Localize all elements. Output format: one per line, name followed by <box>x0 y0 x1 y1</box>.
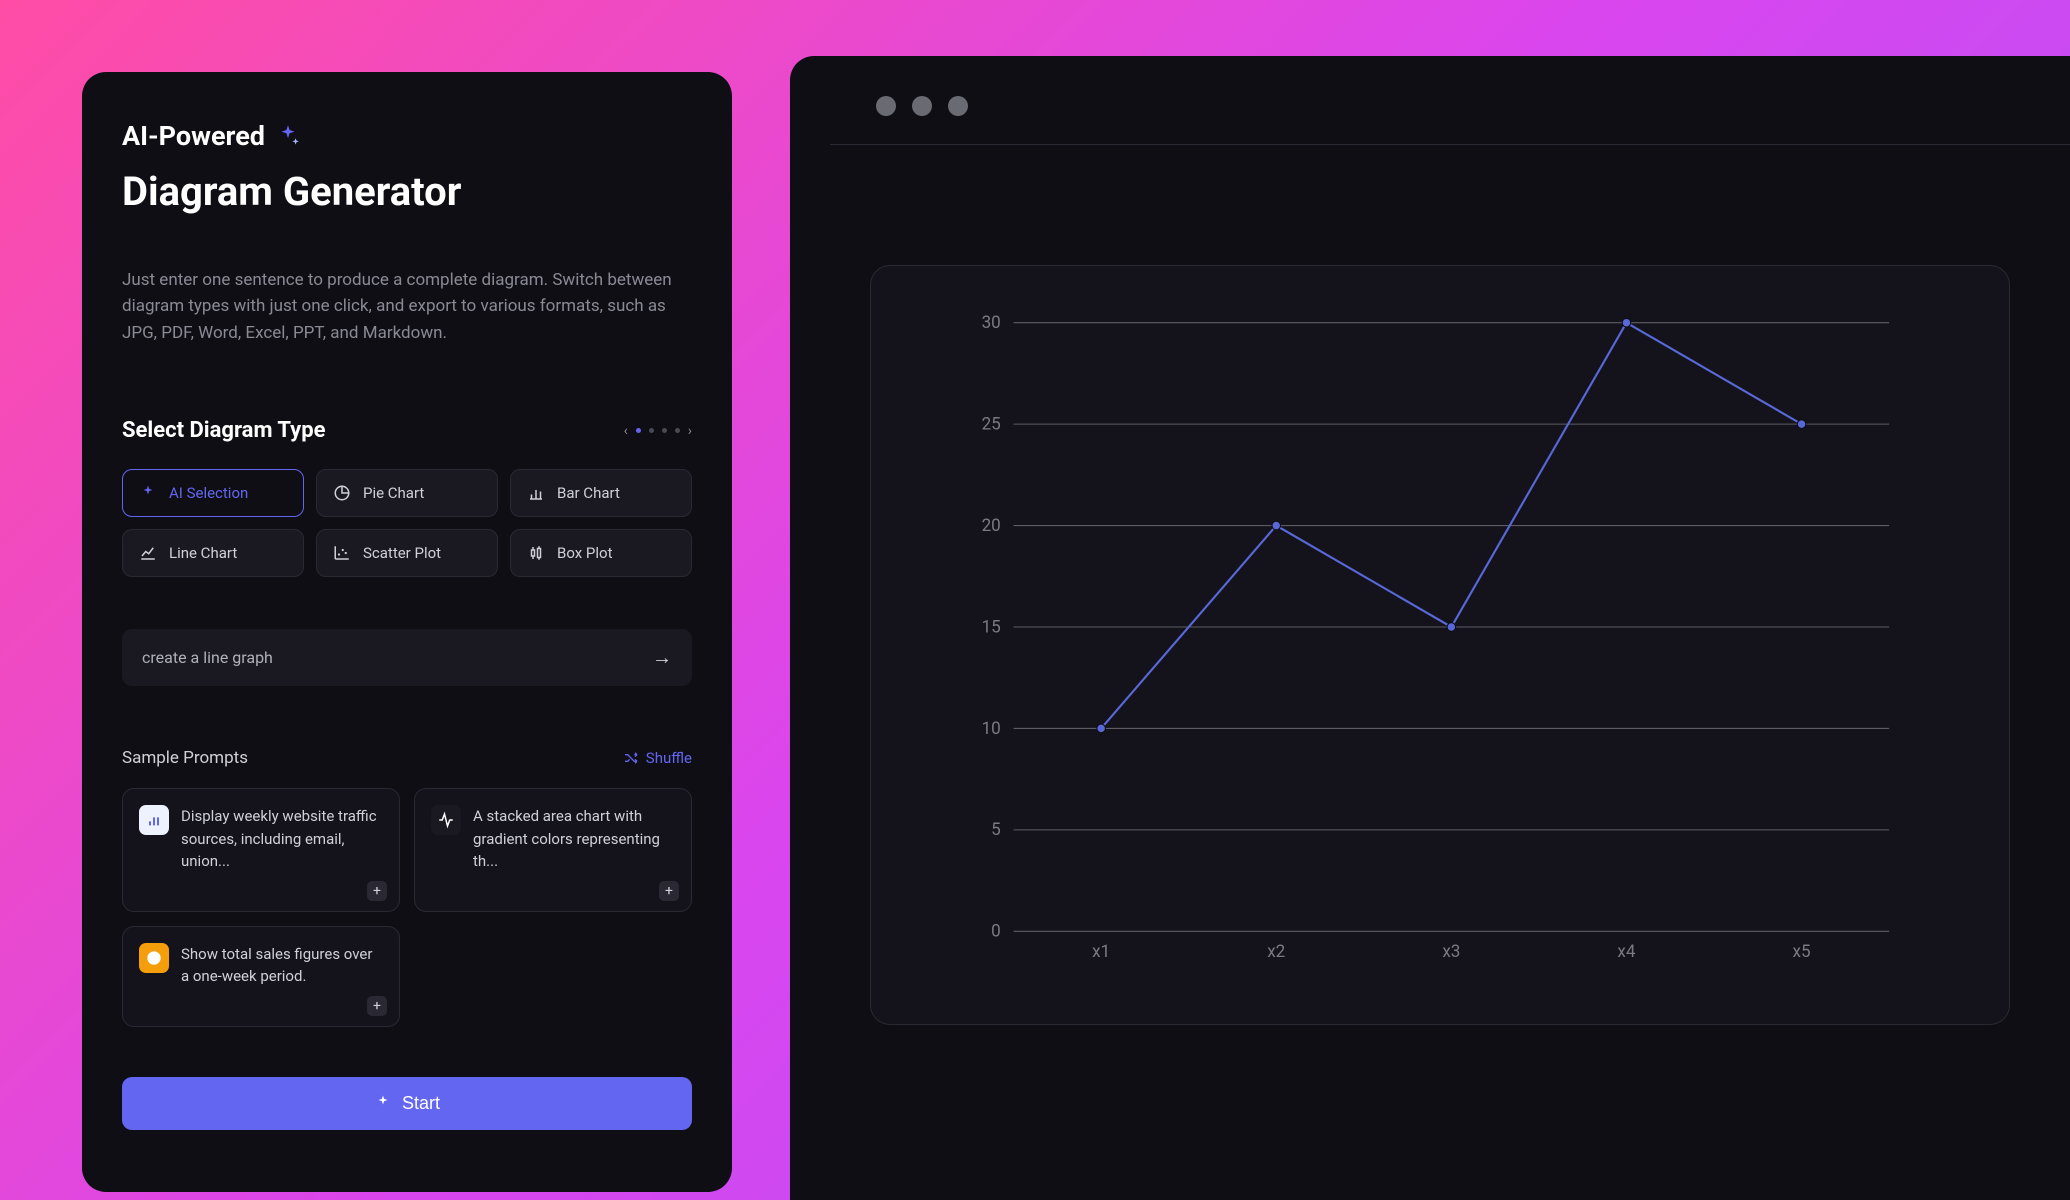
pager-dot-4[interactable] <box>675 428 680 433</box>
shuffle-button[interactable]: Shuffle <box>623 749 692 767</box>
window-dot[interactable] <box>948 96 968 116</box>
divider <box>830 144 2070 145</box>
diagram-type-grid: AI Selection Pie Chart Bar Chart Line Ch… <box>122 469 692 577</box>
type-ai-selection[interactable]: AI Selection <box>122 469 304 517</box>
type-bar-chart[interactable]: Bar Chart <box>510 469 692 517</box>
type-label: Line Chart <box>169 544 237 562</box>
ai-badge: AI-Powered <box>122 120 692 152</box>
sample-card-2[interactable]: A stacked area chart with gradient color… <box>414 788 692 912</box>
svg-text:20: 20 <box>982 516 1001 536</box>
bar-chart-icon <box>527 484 545 502</box>
prompt-input[interactable]: create a line graph → <box>122 629 692 686</box>
scatter-plot-icon <box>333 544 351 562</box>
add-prompt-button[interactable]: + <box>659 881 679 901</box>
pager-next[interactable]: › <box>688 423 692 439</box>
type-label: Scatter Plot <box>363 544 441 562</box>
pager-dot-3[interactable] <box>662 428 667 433</box>
arrow-right-icon[interactable]: → <box>652 645 672 670</box>
sample-title: Sample Prompts <box>122 748 248 768</box>
pie-chart-icon <box>333 484 351 502</box>
shuffle-label: Shuffle <box>646 749 692 767</box>
svg-text:x2: x2 <box>1267 942 1285 962</box>
badge-text: AI-Powered <box>122 120 265 152</box>
activity-icon <box>431 805 461 835</box>
line-chart-icon <box>139 544 157 562</box>
sample-text: A stacked area chart with gradient color… <box>473 805 675 873</box>
type-label: Bar Chart <box>557 484 620 502</box>
page-description: Just enter one sentence to produce a com… <box>122 267 692 346</box>
sparkle-icon <box>139 484 157 502</box>
window-dot[interactable] <box>912 96 932 116</box>
svg-text:10: 10 <box>982 719 1001 739</box>
box-plot-icon <box>527 544 545 562</box>
prompt-value: create a line graph <box>142 648 273 667</box>
sample-grid: Display weekly website traffic sources, … <box>122 788 692 1027</box>
sparkle-icon <box>275 123 301 149</box>
pager-dot-1[interactable] <box>636 428 641 433</box>
svg-text:x1: x1 <box>1092 942 1110 962</box>
type-box-plot[interactable]: Box Plot <box>510 529 692 577</box>
start-label: Start <box>402 1093 440 1114</box>
page-title: Diagram Generator <box>122 168 692 215</box>
dollar-icon: $ <box>139 943 169 973</box>
svg-text:25: 25 <box>982 414 1001 434</box>
shuffle-icon <box>623 750 639 766</box>
type-pager: ‹ › <box>624 423 692 439</box>
preview-panel: 0 5 10 15 20 25 30 x1 x2 x3 x4 x5 <box>790 56 2070 1200</box>
window-controls <box>876 96 2070 116</box>
svg-text:x3: x3 <box>1442 942 1460 962</box>
pager-dot-2[interactable] <box>649 428 654 433</box>
sample-card-3[interactable]: $ Show total sales figures over a one-we… <box>122 926 400 1027</box>
sample-text: Show total sales figures over a one-week… <box>181 943 383 988</box>
line-chart: 0 5 10 15 20 25 30 x1 x2 x3 x4 x5 <box>911 312 1949 974</box>
svg-text:5: 5 <box>991 820 1001 840</box>
window-dot[interactable] <box>876 96 896 116</box>
add-prompt-button[interactable]: + <box>367 881 387 901</box>
type-label: AI Selection <box>169 484 248 502</box>
sparkle-icon <box>374 1094 392 1112</box>
type-label: Pie Chart <box>363 484 424 502</box>
svg-text:30: 30 <box>982 313 1001 333</box>
control-panel: AI-Powered Diagram Generator Just enter … <box>82 72 732 1192</box>
svg-text:x5: x5 <box>1793 942 1811 962</box>
svg-text:0: 0 <box>991 922 1001 942</box>
start-button[interactable]: Start <box>122 1077 692 1130</box>
svg-text:$: $ <box>151 953 156 964</box>
diagram-type-header: Select Diagram Type ‹ › <box>122 418 692 443</box>
type-pie-chart[interactable]: Pie Chart <box>316 469 498 517</box>
sample-text: Display weekly website traffic sources, … <box>181 805 383 873</box>
bar-chart-icon <box>139 805 169 835</box>
pager-prev[interactable]: ‹ <box>624 423 628 439</box>
svg-text:x4: x4 <box>1617 942 1635 962</box>
type-label: Box Plot <box>557 544 612 562</box>
add-prompt-button[interactable]: + <box>367 996 387 1016</box>
chart-container: 0 5 10 15 20 25 30 x1 x2 x3 x4 x5 <box>870 265 2010 1025</box>
sample-header: Sample Prompts Shuffle <box>122 748 692 768</box>
sample-card-1[interactable]: Display weekly website traffic sources, … <box>122 788 400 912</box>
type-line-chart[interactable]: Line Chart <box>122 529 304 577</box>
diagram-type-title: Select Diagram Type <box>122 418 326 443</box>
type-scatter-plot[interactable]: Scatter Plot <box>316 529 498 577</box>
svg-text:15: 15 <box>982 617 1001 637</box>
